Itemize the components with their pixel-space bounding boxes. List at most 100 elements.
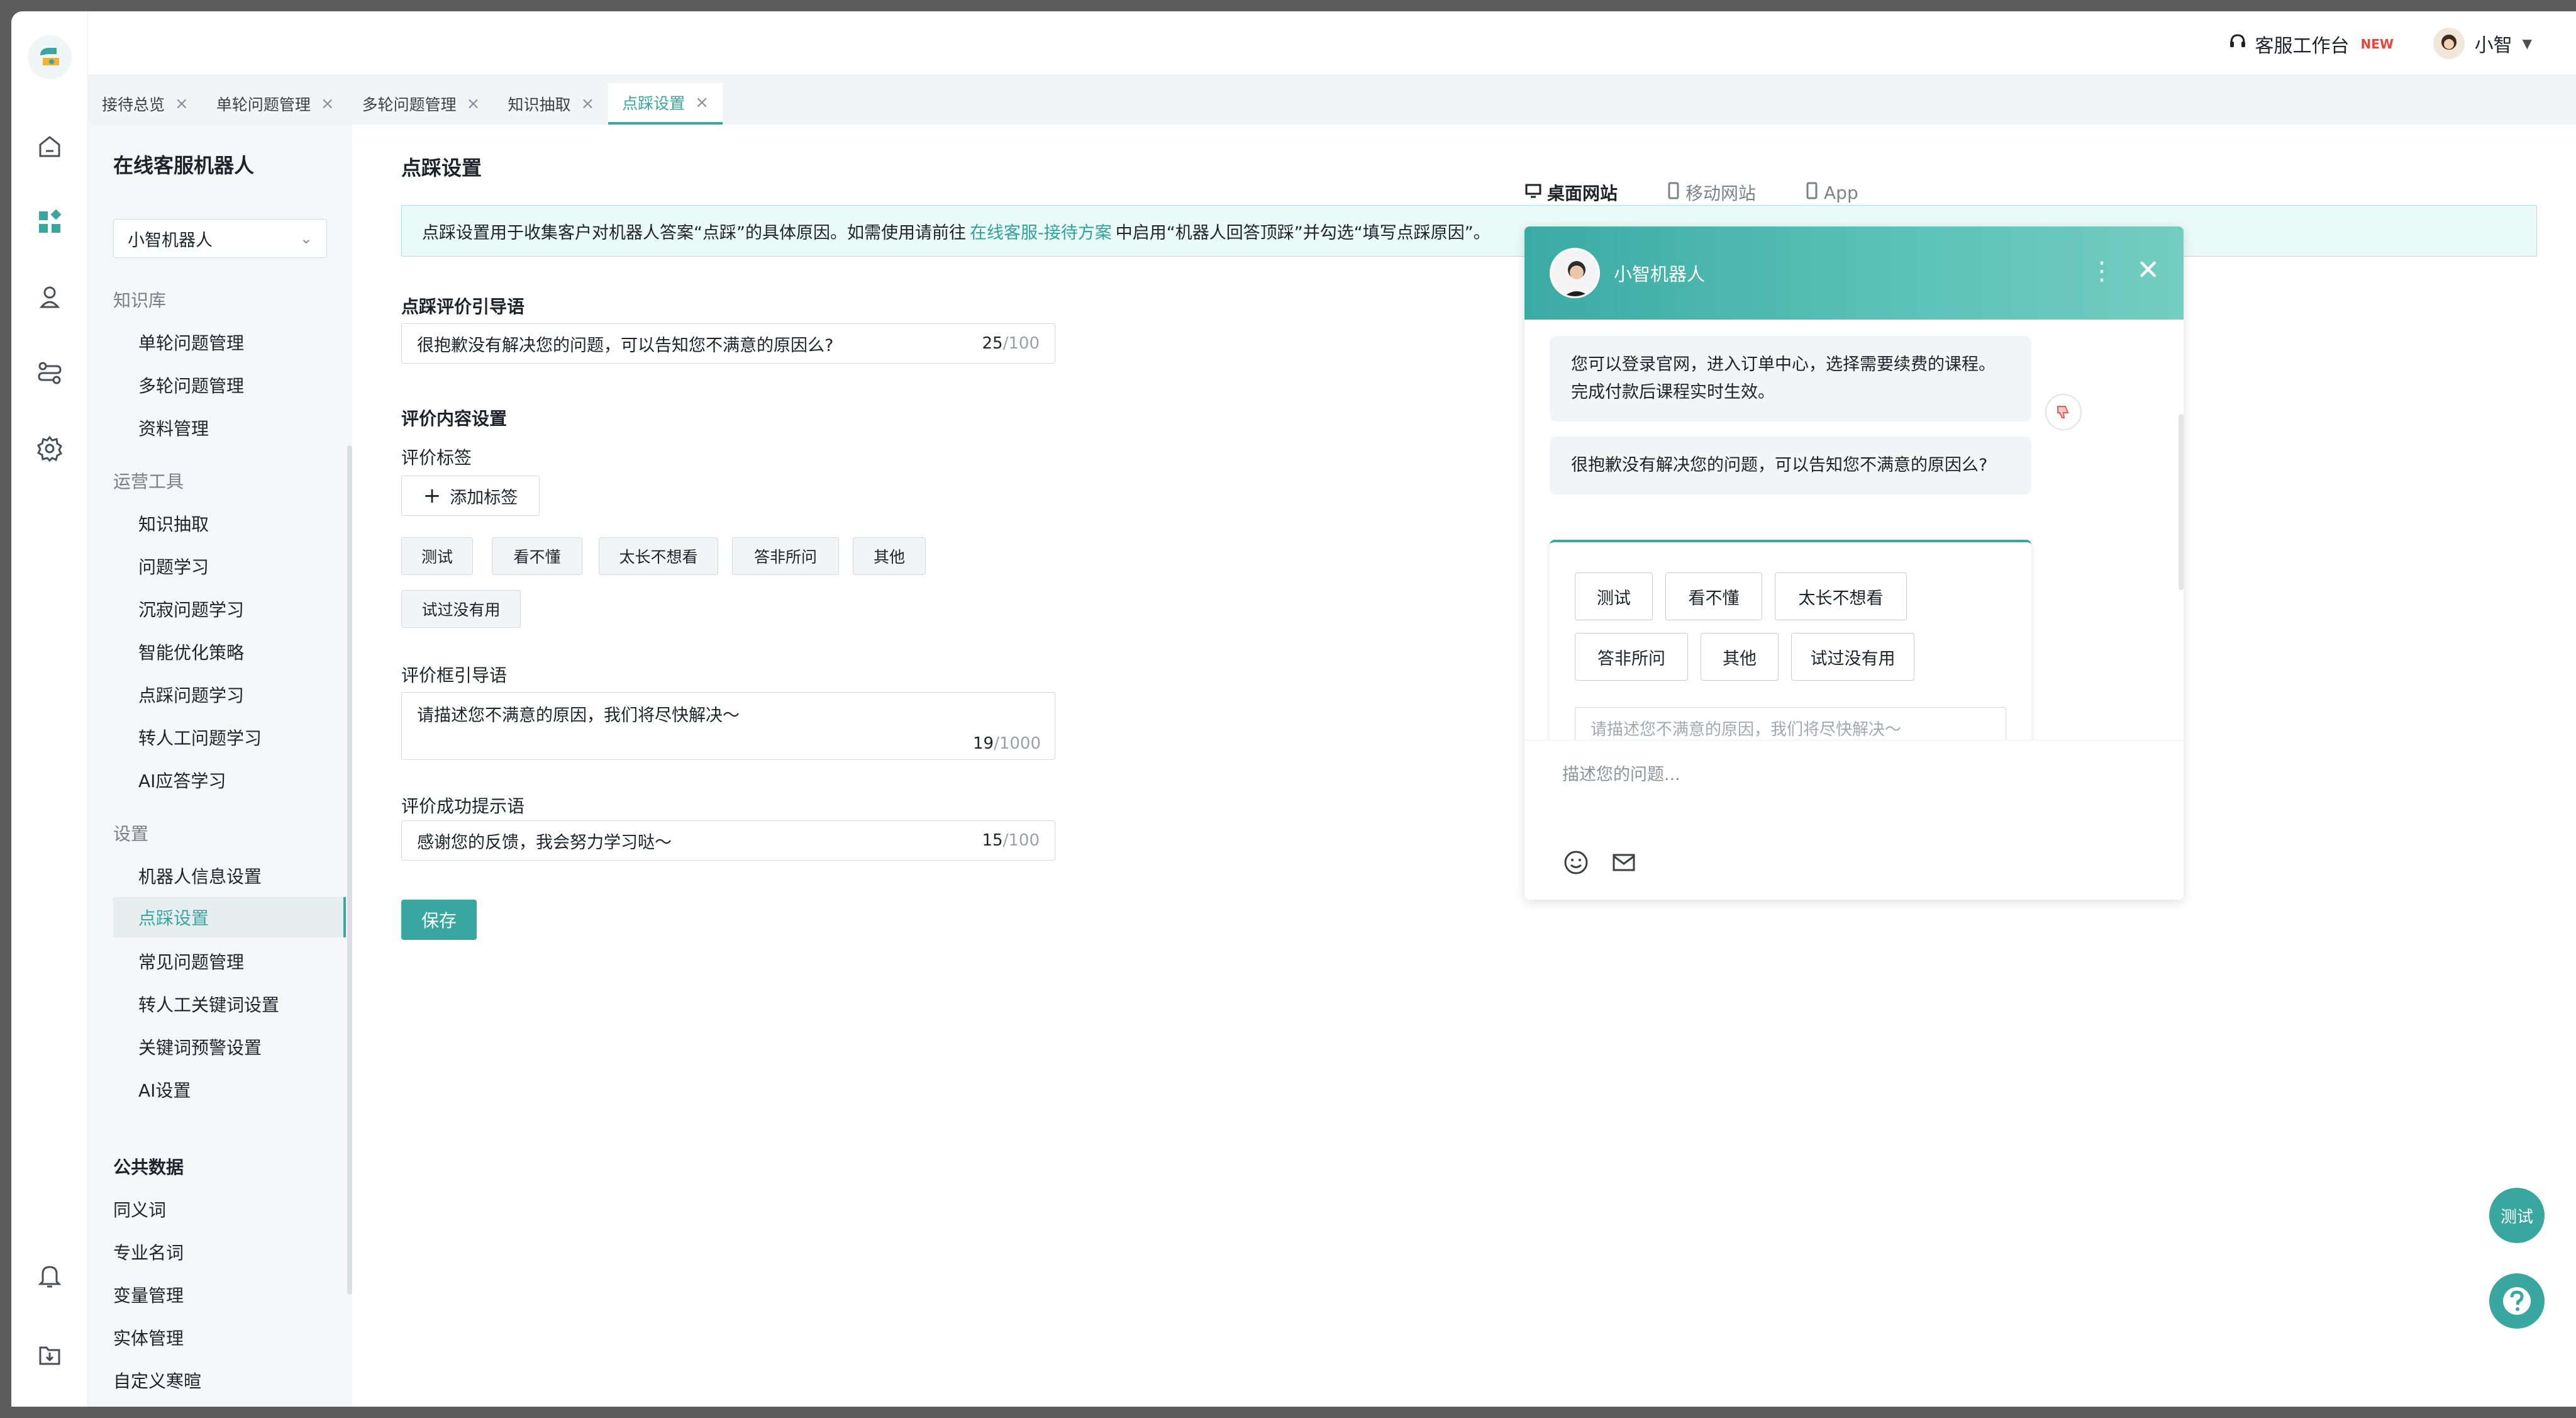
tag-chip[interactable]: 答非所问: [732, 537, 839, 575]
side-nav: 在线客服机器人 小智机器人 ⌄ 知识库 单轮问题管理 多轮问题管理 资料管理 运…: [88, 125, 352, 1407]
sidebar-item-ai-learning[interactable]: AI应答学习: [138, 768, 226, 793]
tab-knowledge-extract[interactable]: 知识抽取 ×: [494, 83, 608, 125]
chat-input[interactable]: 描述您的问题...: [1562, 761, 1680, 785]
close-icon[interactable]: ×: [695, 93, 709, 112]
preview-tab-label: 移动网站: [1685, 183, 1757, 204]
add-tag-button[interactable]: + 添加标签: [401, 476, 540, 516]
sidebar-item-transfer-keywords[interactable]: 转人工关键词设置: [138, 991, 279, 1017]
sidebar-item-ai-settings[interactable]: AI设置: [138, 1077, 191, 1102]
group-settings: 设置: [113, 823, 149, 844]
tag-chip[interactable]: 试过没有用: [401, 590, 521, 628]
chevron-down-icon: ⌄: [299, 230, 313, 247]
main-content: 点踩设置 点踩设置用于收集客户对机器人答案“点踩”的具体原因。如需使用请前往 在…: [352, 125, 2576, 1407]
user-menu[interactable]: 小智 ▼: [2433, 26, 2532, 60]
sidebar-item-variables[interactable]: 变量管理: [113, 1282, 184, 1307]
tags-label: 评价标签: [401, 447, 472, 468]
tab-multi-question[interactable]: 多轮问题管理 ×: [348, 83, 494, 125]
sidebar-item-synonyms[interactable]: 同义词: [113, 1197, 166, 1222]
success-input[interactable]: 感谢您的反馈，我会努力学习哒～ 15/100: [401, 820, 1055, 861]
box-textarea[interactable]: 请描述您不满意的原因，我们将尽快解决～ 19/1000: [401, 692, 1055, 760]
feedback-chip[interactable]: 其他: [1701, 633, 1779, 681]
robot-select-value: 小智机器人: [128, 230, 213, 250]
bell-icon[interactable]: [34, 1260, 65, 1292]
app-logo-icon[interactable]: [28, 35, 72, 79]
sidebar-item-faq[interactable]: 常见问题管理: [138, 949, 244, 974]
sidebar-item-transfer-learning[interactable]: 转人工问题学习: [138, 725, 262, 750]
chat-scrollbar[interactable]: [2179, 414, 2184, 590]
sidebar-item-robot-info[interactable]: 机器人信息设置: [138, 863, 262, 888]
robot-select[interactable]: 小智机器人 ⌄: [113, 219, 327, 258]
apps-icon[interactable]: [34, 206, 65, 238]
guide-label: 点踩评价引导语: [401, 296, 525, 317]
close-icon[interactable]: ×: [321, 94, 335, 113]
feedback-chip[interactable]: 太长不想看: [1775, 572, 1907, 620]
feedback-chip[interactable]: 试过没有用: [1791, 633, 1914, 681]
tag-chip[interactable]: 看不懂: [492, 537, 582, 575]
close-icon[interactable]: ×: [175, 94, 189, 113]
sidebar-item-dislike-settings[interactable]: 点踩设置: [113, 897, 346, 937]
phone-icon: [1667, 182, 1680, 204]
sidebar-item-smart-strategy[interactable]: 智能优化策略: [138, 639, 244, 664]
tag-chip[interactable]: 太长不想看: [599, 537, 718, 575]
robot-icon[interactable]: [34, 282, 65, 313]
chat-body: 您可以登录官网，进入订单中心，选择需要续费的课程。完成付款后课程实时生效。 很抱…: [1524, 320, 2184, 751]
home-icon[interactable]: [34, 131, 65, 162]
flow-icon[interactable]: [34, 357, 65, 389]
chat-header: 小智机器人 ⋮ ✕: [1524, 226, 2184, 320]
chat-preview: 小智机器人 ⋮ ✕ 您可以登录官网，进入订单中心，选择需要续费的课程。完成付款后…: [1524, 226, 2184, 900]
test-button[interactable]: 测试: [2489, 1188, 2545, 1243]
tag-chip[interactable]: 测试: [401, 537, 473, 575]
more-vertical-icon[interactable]: ⋮: [2089, 257, 2114, 286]
preview-tab-label: 桌面网站: [1547, 183, 1618, 204]
sidebar-item-materials[interactable]: 资料管理: [138, 415, 209, 440]
workspace-link[interactable]: 客服工作台 NEW: [2228, 30, 2394, 58]
preview-tab-mobile-web[interactable]: 移动网站: [1667, 180, 1756, 205]
sidebar-item-dislike-learning[interactable]: 点踩问题学习: [138, 682, 244, 707]
sidebar-item-multi-question[interactable]: 多轮问题管理: [138, 372, 244, 398]
tab-label: 多轮问题管理: [362, 96, 457, 114]
sidebar-item-keyword-alert[interactable]: 关键词预警设置: [138, 1034, 262, 1059]
sidebar-item-small-talk[interactable]: 自定义寒暄: [113, 1368, 201, 1393]
tab-reception-overview[interactable]: 接待总览 ×: [88, 83, 203, 125]
tab-single-question[interactable]: 单轮问题管理 ×: [203, 83, 348, 125]
emoji-icon[interactable]: [1562, 849, 1590, 876]
sidebar-item-terms[interactable]: 专业名词: [113, 1239, 184, 1264]
sidebar-item-single-question[interactable]: 单轮问题管理: [138, 330, 244, 355]
save-button[interactable]: 保存: [401, 900, 477, 940]
mail-icon[interactable]: [1610, 849, 1638, 876]
add-tag-label: 添加标签: [450, 488, 518, 508]
success-char-count: 15/100: [982, 831, 1040, 850]
sidebar-item-entities[interactable]: 实体管理: [113, 1325, 184, 1350]
feedback-chip[interactable]: 答非所问: [1575, 633, 1688, 681]
phone-icon: [1805, 182, 1819, 204]
public-data-title: 公共数据: [113, 1157, 184, 1178]
gear-icon[interactable]: [34, 433, 65, 464]
sidebar-scrollbar[interactable]: [347, 445, 352, 1295]
close-icon[interactable]: ×: [467, 94, 480, 113]
caret-down-icon: ▼: [2522, 36, 2532, 51]
sidebar-item-silent-learning[interactable]: 沉寂问题学习: [138, 596, 244, 622]
help-icon[interactable]: [2489, 1273, 2545, 1329]
sidebar-item-question-learning[interactable]: 问题学习: [138, 554, 209, 579]
close-icon[interactable]: ✕: [2136, 254, 2160, 286]
notice-link[interactable]: 在线客服-接待方案: [970, 219, 1112, 243]
success-count-max: /100: [1002, 831, 1040, 850]
preview-tab-label: App: [1824, 182, 1858, 203]
feedback-chip[interactable]: 测试: [1575, 572, 1653, 620]
top-bar: 客服工作台 NEW 小智 ▼: [88, 11, 2576, 74]
notice-text-after: 中启用“机器人回答顶踩”并勾选“填写点踩原因”。: [1115, 223, 1491, 243]
sidebar-item-knowledge-extract[interactable]: 知识抽取: [138, 511, 209, 536]
headset-icon: [2228, 31, 2248, 57]
avatar: [2433, 28, 2465, 59]
feedback-chip[interactable]: 看不懂: [1665, 572, 1762, 620]
download-box-icon[interactable]: [34, 1339, 65, 1370]
thumbs-down-icon[interactable]: [2045, 394, 2082, 430]
tab-label: 点踩设置: [622, 94, 686, 113]
preview-tab-app[interactable]: App: [1805, 180, 1858, 205]
window: 客服工作台 NEW 小智 ▼ 接待总览 × 单轮问题管理 × 多轮问题管理 × 知识抽…: [0, 0, 2576, 1418]
guide-input[interactable]: 很抱歉没有解决您的问题，可以告知您不满意的原因么? 25/100: [401, 323, 1055, 364]
tab-dislike-settings[interactable]: 点踩设置 ×: [608, 83, 723, 125]
preview-tab-desktop[interactable]: 桌面网站: [1524, 180, 1618, 205]
close-icon[interactable]: ×: [580, 94, 594, 113]
tag-chip[interactable]: 其他: [853, 537, 926, 575]
